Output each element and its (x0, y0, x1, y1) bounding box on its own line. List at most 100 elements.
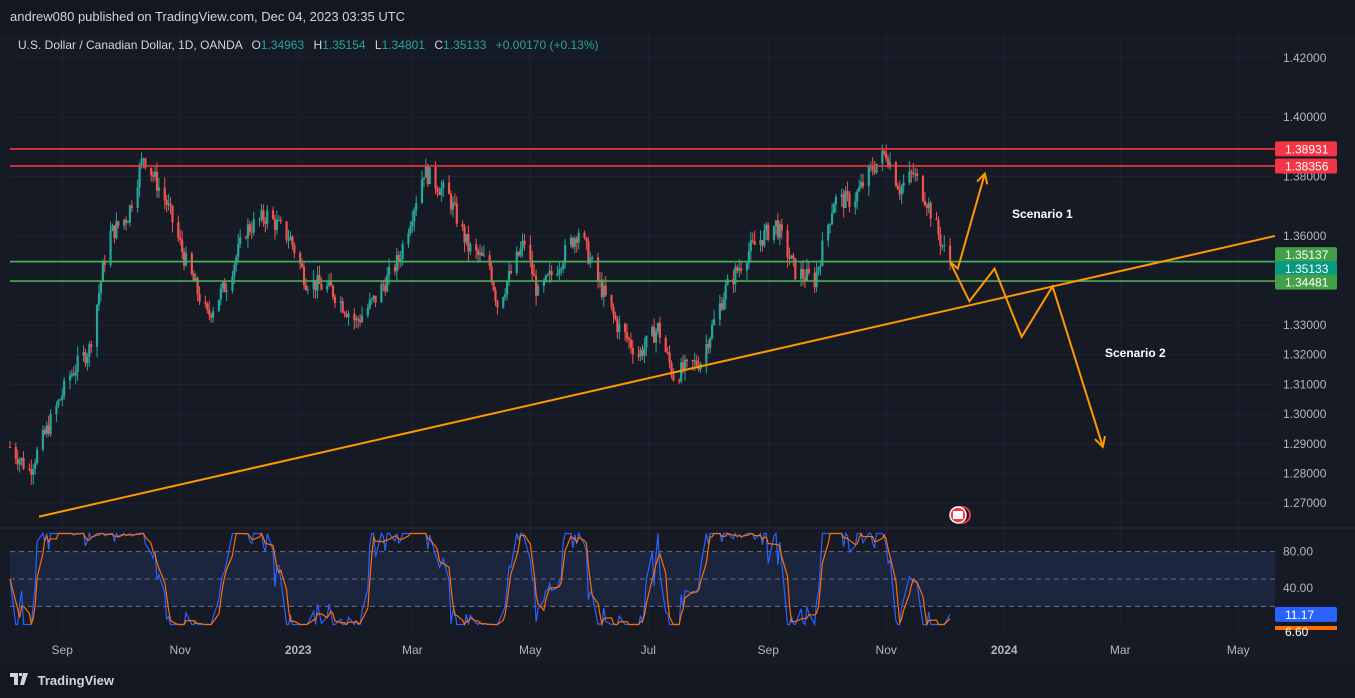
candle-body (711, 324, 714, 339)
candle-body (130, 205, 133, 208)
candle-body (258, 218, 261, 220)
candle-body (813, 273, 816, 288)
chart-svg[interactable]: 1.420001.400001.380001.360001.330001.320… (0, 34, 1355, 664)
candle-body (623, 323, 627, 333)
candle-body (535, 276, 538, 296)
time-tick-label: Mar (402, 643, 423, 657)
candle-body (722, 299, 725, 310)
candle-body (896, 185, 899, 190)
resistance-upper-tag-text: 1.38931 (1285, 142, 1329, 156)
candle-body (705, 343, 708, 364)
time-tick-label: May (1227, 643, 1250, 657)
candle-body (914, 173, 917, 175)
candle-body (604, 285, 607, 295)
support-upper-tag-text: 1.35137 (1285, 248, 1329, 262)
tradingview-logo[interactable]: TradingView (10, 673, 114, 688)
candle-body (844, 191, 847, 208)
candle-body (82, 352, 85, 356)
stochastic-band (10, 551, 1275, 607)
candle-body (827, 225, 830, 241)
candle-body (424, 165, 427, 178)
candle-body (420, 179, 424, 204)
candle-body (206, 303, 209, 310)
candle-body (250, 231, 253, 233)
candle-body (59, 399, 62, 401)
candle-body (807, 268, 810, 274)
stochastic-tick-label: 40.00 (1283, 581, 1313, 595)
candle-body (115, 221, 118, 238)
candle-body (447, 182, 451, 195)
candle-body (49, 414, 52, 435)
chart-area[interactable]: 1.42000 1.40000 1.38000 1.36000 1.33000 1.320… (0, 34, 1355, 664)
candle-body (22, 458, 25, 469)
candle-body (921, 176, 925, 201)
price-tick-label: 1.32000 (1283, 348, 1327, 362)
candle-body (867, 166, 870, 187)
publish-bar: andrew080 published on TradingView.com, … (0, 0, 1355, 34)
candle-body (751, 240, 754, 242)
candle-body (217, 299, 220, 312)
price-axis: 1.420001.400001.380001.360001.330001.320… (1283, 51, 1327, 595)
candle-body (293, 244, 296, 254)
candle-body (415, 203, 418, 210)
change-value: +0.00170 (+0.13%) (495, 38, 599, 52)
candle-body (550, 270, 553, 276)
candle-body (422, 177, 426, 180)
candle-body (612, 306, 615, 315)
candle-body (653, 326, 656, 343)
candle-body (252, 219, 255, 233)
candle-body (103, 262, 106, 266)
candle-body (360, 315, 364, 323)
close-label: C (434, 38, 444, 52)
candle-body (32, 468, 35, 475)
scenario-1-path (949, 173, 986, 271)
candle-body (138, 166, 141, 188)
symbol-legend: U.S. Dollar / Canadian Dollar, 1D, OANDA… (18, 38, 599, 52)
candle-body (331, 285, 335, 297)
candle-body (854, 201, 857, 208)
candle-body (264, 221, 267, 224)
candle-body (262, 210, 265, 222)
candle-body (873, 170, 876, 173)
candle-body (353, 313, 356, 321)
candle-body (846, 191, 849, 194)
candle-body (372, 295, 375, 299)
candle-body (326, 285, 329, 290)
candle-body (428, 167, 431, 185)
candle-body (562, 263, 565, 269)
candle-body (374, 295, 377, 303)
candle-body (368, 300, 371, 308)
event-icons (949, 506, 971, 524)
candle-body (434, 167, 437, 189)
candle-body (591, 257, 594, 259)
candle-body (395, 255, 398, 272)
candle-body (925, 205, 928, 208)
candle-body (558, 269, 561, 274)
candle-body (357, 318, 360, 321)
candle-body (517, 251, 520, 256)
candle-body (645, 335, 648, 348)
flag-stripes-icon (953, 511, 963, 519)
candle-body (627, 338, 631, 340)
open-value: 1.34963 (260, 38, 305, 52)
time-axis: Sep Nov 2023 Mar May Jul Sep Nov 2024 Mar May (52, 643, 1250, 657)
candle-body (99, 281, 103, 294)
candle-body (759, 240, 762, 245)
symbol-name: U.S. Dollar / Canadian Dollar, 1D, OANDA (18, 38, 243, 52)
stochastic-d-tag-text: 6.60 (1285, 625, 1309, 639)
candle-body (672, 374, 675, 381)
candle-body (780, 224, 783, 231)
candle-body (287, 239, 290, 241)
candle-body (753, 241, 756, 245)
candle-body (819, 265, 822, 268)
candle-body (231, 276, 234, 291)
candle-body (585, 237, 588, 242)
candle-body (571, 237, 574, 247)
candle-body (438, 192, 441, 195)
candle-body (320, 283, 323, 290)
time-tick-label: 2023 (285, 643, 312, 657)
grid (0, 34, 1355, 630)
candle-body (407, 233, 410, 245)
candle-body (506, 281, 509, 295)
candle-body (801, 269, 805, 279)
